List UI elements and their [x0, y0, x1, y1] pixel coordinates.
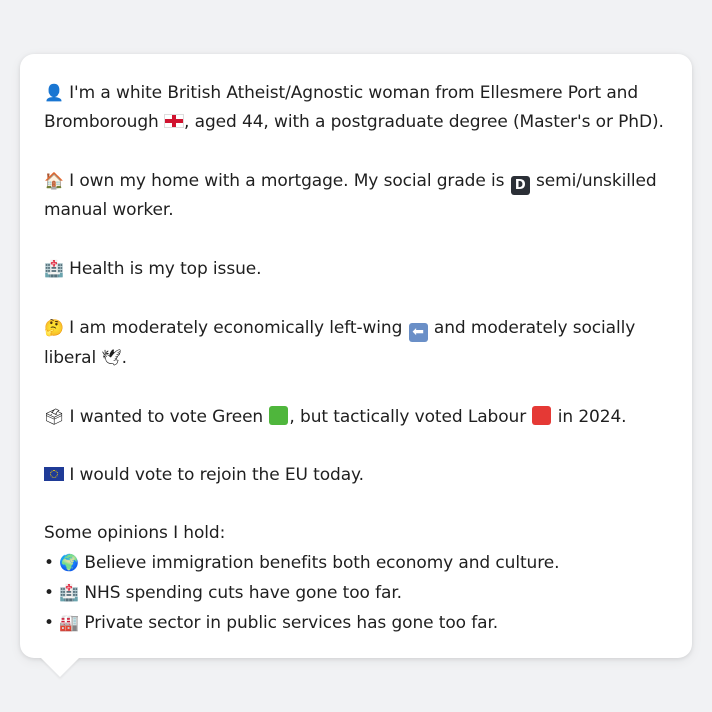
chat-message-bubble: 👤 I'm a white British Atheist/Agnostic w… [20, 54, 692, 658]
england-flag-icon [164, 114, 185, 128]
opinion-text: Believe immigration benefits both econom… [84, 553, 560, 573]
politics-text-part-3: . [121, 348, 127, 368]
vote-text-part-1: I wanted to vote Green [69, 407, 264, 427]
dove-icon: 🕊 [101, 348, 122, 367]
speech-bubble-tail [40, 657, 80, 677]
hospital-icon: 🏥 [44, 259, 64, 278]
opinion-text: NHS spending cuts have gone too far. [84, 583, 402, 603]
eu-line: I would vote to rejoin the EU today. [44, 461, 668, 490]
identity-text-part-2: , aged 44, with a postgraduate degree (M… [184, 112, 664, 132]
opinions-section: Some opinions I hold: • 🌍 Believe immigr… [44, 519, 668, 638]
eu-text: I would vote to rejoin the EU today. [69, 465, 364, 485]
politics-text-part-1: I am moderately economically left-wing [69, 318, 403, 338]
green-square-icon [269, 406, 289, 425]
red-square-icon [532, 406, 552, 425]
hospital-icon: 🏥 [59, 583, 80, 602]
grade-d-badge-icon: D [510, 176, 530, 195]
ballot-box-icon: 🗳 [44, 407, 65, 426]
opinions-heading: Some opinions I hold: [44, 523, 226, 543]
bullet: • [44, 553, 54, 573]
thinking-face-icon: 🤔 [44, 318, 64, 337]
globe-icon: 🌍 [59, 553, 80, 572]
eu-flag-icon [44, 467, 64, 481]
opinion-item: • 🌍 Believe immigration benefits both ec… [44, 548, 668, 578]
opinion-item: • 🏥 NHS spending cuts have gone too far. [44, 578, 668, 608]
left-arrow-icon: ⬅ [408, 323, 428, 342]
health-line: 🏥 Health is my top issue. [44, 254, 668, 284]
opinion-item: • 🏭 Private sector in public services ha… [44, 608, 668, 638]
house-icon: 🏠 [44, 171, 64, 190]
home-text-part-1: I own my home with a mortgage. My social… [69, 171, 505, 191]
vote-text-part-3: in 2024. [557, 407, 627, 427]
health-text: Health is my top issue. [69, 259, 262, 279]
person-icon: 👤 [44, 83, 64, 102]
vote-line: 🗳 I wanted to vote Green , but tacticall… [44, 402, 668, 432]
bullet: • [44, 583, 54, 603]
home-line: 🏠 I own my home with a mortgage. My soci… [44, 166, 668, 225]
factory-icon: 🏭 [59, 613, 80, 632]
identity-line: 👤 I'm a white British Atheist/Agnostic w… [44, 78, 668, 137]
politics-line: 🤔 I am moderately economically left-wing… [44, 313, 668, 373]
opinion-text: Private sector in public services has go… [84, 613, 499, 633]
vote-text-part-2: , but tactically voted Labour [289, 407, 527, 427]
bullet: • [44, 613, 54, 633]
